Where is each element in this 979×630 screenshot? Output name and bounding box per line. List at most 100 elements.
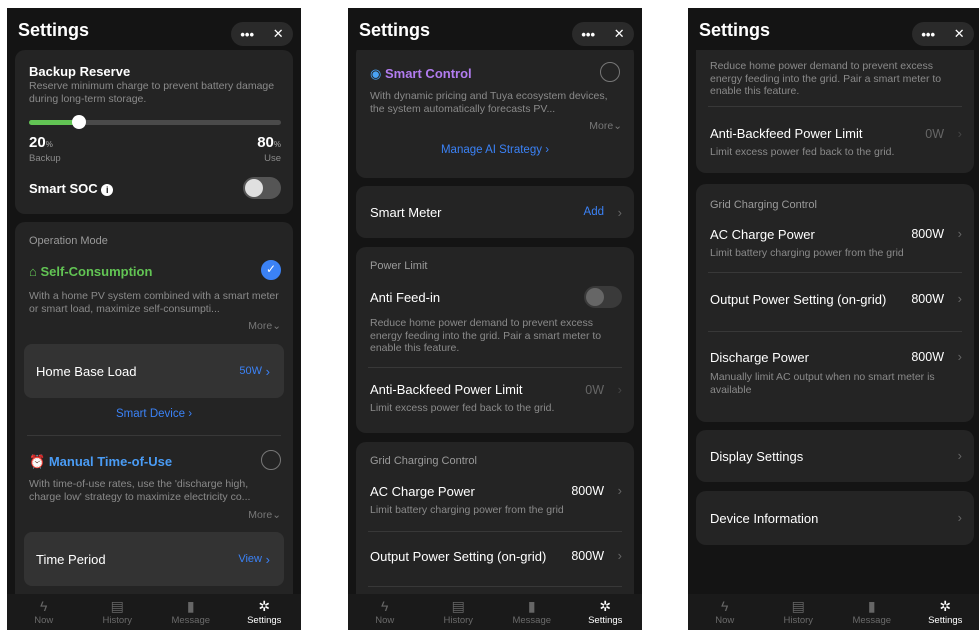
backup-reserve-title: Backup Reserve bbox=[29, 64, 131, 79]
smart-device-link[interactable]: Smart Device › bbox=[15, 408, 293, 420]
nav-label: History bbox=[102, 615, 133, 626]
use-value: 80% bbox=[257, 134, 281, 151]
header-actions: ••• ✕ bbox=[231, 22, 293, 46]
chevron-right-icon: › bbox=[617, 548, 622, 563]
nav-now[interactable]: ϟ Now bbox=[688, 594, 762, 630]
chevron-right-icon: › bbox=[957, 291, 962, 306]
chevron-right-icon: › bbox=[545, 144, 550, 156]
manual-tou-more[interactable]: More⌄ bbox=[248, 509, 281, 521]
page-title: Settings bbox=[18, 20, 90, 40]
header: Settings ••• ✕ bbox=[7, 8, 301, 50]
manage-ai-strategy-link[interactable]: Manage AI Strategy › bbox=[356, 144, 634, 156]
divider bbox=[368, 531, 622, 532]
ac-charge-power-value: 800W bbox=[571, 484, 604, 498]
more-icon[interactable]: ••• bbox=[581, 27, 595, 42]
grid-charging-section: Grid Charging Control bbox=[370, 455, 477, 467]
time-period-row[interactable]: Time Period View › bbox=[24, 532, 284, 586]
more-icon[interactable]: ••• bbox=[921, 27, 935, 42]
grid-charging-section: Grid Charging Control bbox=[710, 199, 817, 211]
output-power-label[interactable]: Output Power Setting (on-grid) bbox=[370, 549, 546, 564]
header-actions: ••• ✕ bbox=[912, 22, 974, 46]
nav-label: Message bbox=[512, 615, 552, 626]
ac-charge-power-label[interactable]: AC Charge Power bbox=[370, 484, 475, 499]
chevron-right-icon: › bbox=[617, 483, 622, 498]
more-icon[interactable]: ••• bbox=[240, 27, 254, 42]
nav-history[interactable]: ▤ History bbox=[81, 594, 155, 630]
nav-label: Message bbox=[852, 615, 892, 626]
nav-message[interactable]: ▮ Message bbox=[154, 594, 228, 630]
nav-label: Settings bbox=[247, 615, 282, 626]
self-consumption-title[interactable]: ⌂ Self-Consumption bbox=[29, 264, 152, 279]
divider bbox=[708, 331, 962, 332]
use-label: Use bbox=[264, 153, 281, 164]
divider bbox=[708, 106, 962, 107]
gear-icon: ✲ bbox=[599, 598, 612, 614]
chevron-right-icon: › bbox=[265, 364, 270, 379]
slider-knob[interactable] bbox=[72, 115, 87, 129]
anti-feed-in-toggle[interactable] bbox=[584, 286, 622, 308]
gear-icon: ✲ bbox=[939, 598, 952, 614]
device-information-row[interactable]: Device Information › bbox=[696, 491, 974, 545]
backup-reserve-card: Backup Reserve Reserve minimum charge to… bbox=[15, 50, 293, 214]
manual-tou-radio[interactable] bbox=[261, 450, 281, 470]
chevron-right-icon: › bbox=[957, 448, 962, 463]
smart-control-radio[interactable] bbox=[600, 62, 620, 82]
chevron-right-icon: › bbox=[957, 226, 962, 241]
info-icon[interactable]: i bbox=[101, 184, 114, 196]
bottom-nav: ϟ Now ▤ History ▮ Message ✲ Settings bbox=[688, 594, 979, 630]
nav-now[interactable]: ϟ Now bbox=[7, 594, 81, 630]
header: Settings ••• ✕ bbox=[688, 8, 979, 50]
display-settings-row[interactable]: Display Settings › bbox=[696, 430, 974, 482]
output-power-label[interactable]: Output Power Setting (on-grid) bbox=[710, 292, 886, 307]
chevron-right-icon: › bbox=[265, 552, 270, 567]
time-period-label: Time Period bbox=[36, 552, 106, 567]
lightning-icon: ϟ bbox=[40, 598, 48, 614]
smart-soc-toggle[interactable] bbox=[243, 177, 281, 199]
ac-charge-power-label[interactable]: AC Charge Power bbox=[710, 227, 815, 242]
nav-label: History bbox=[443, 615, 474, 626]
lightning-icon: ϟ bbox=[381, 598, 389, 614]
anti-backfeed-label[interactable]: Anti-Backfeed Power Limit bbox=[710, 126, 862, 141]
page-title: Settings bbox=[699, 20, 771, 40]
close-icon[interactable]: ✕ bbox=[614, 26, 625, 42]
chevron-right-icon: › bbox=[188, 408, 193, 420]
operation-mode-section: Operation Mode bbox=[29, 235, 108, 247]
header: Settings ••• ✕ bbox=[348, 8, 642, 50]
smart-soc-label: Smart SOC i bbox=[29, 181, 114, 196]
smart-control-title[interactable]: ◉ Smart Control bbox=[370, 66, 472, 82]
chevron-down-icon: ⌄ bbox=[613, 120, 622, 132]
nav-message[interactable]: ▮ Message bbox=[835, 594, 909, 630]
self-consumption-more[interactable]: More⌄ bbox=[248, 320, 281, 332]
smart-meter-add: Add bbox=[583, 206, 604, 218]
power-limit-section: Power Limit bbox=[370, 260, 428, 272]
ac-charge-power-desc: Limit battery charging power from the gr… bbox=[710, 247, 904, 259]
home-base-load-row[interactable]: Home Base Load 50W › bbox=[24, 344, 284, 398]
smart-meter-row[interactable]: Smart Meter Add › bbox=[356, 186, 634, 238]
nav-message[interactable]: ▮ Message bbox=[495, 594, 569, 630]
nav-settings[interactable]: ✲ Settings bbox=[909, 594, 979, 630]
divider bbox=[368, 586, 622, 587]
nav-history[interactable]: ▤ History bbox=[762, 594, 836, 630]
nav-settings[interactable]: ✲ Settings bbox=[569, 594, 643, 630]
self-consumption-radio[interactable]: ✓ bbox=[261, 260, 281, 280]
phone-screen-power: Settings ••• ✕ ◉ Smart Control With dyna… bbox=[348, 8, 642, 630]
backup-label: Backup bbox=[29, 153, 61, 164]
anti-backfeed-label[interactable]: Anti-Backfeed Power Limit bbox=[370, 382, 522, 397]
ac-charge-power-value: 800W bbox=[911, 227, 944, 241]
output-power-value: 800W bbox=[911, 292, 944, 306]
nav-history[interactable]: ▤ History bbox=[422, 594, 496, 630]
discharge-power-label[interactable]: Discharge Power bbox=[710, 350, 809, 365]
nav-now[interactable]: ϟ Now bbox=[348, 594, 422, 630]
grid-charging-card: Grid Charging Control AC Charge Power 80… bbox=[696, 184, 974, 422]
power-limit-card: Reduce home power demand to prevent exce… bbox=[696, 50, 974, 173]
backup-reserve-slider[interactable] bbox=[29, 115, 281, 129]
close-icon[interactable]: ✕ bbox=[954, 26, 965, 42]
close-icon[interactable]: ✕ bbox=[273, 26, 284, 42]
smart-control-more[interactable]: More⌄ bbox=[589, 120, 622, 132]
smart-meter-label: Smart Meter bbox=[370, 205, 442, 220]
smart-control-desc: With dynamic pricing and Tuya ecosystem … bbox=[370, 90, 608, 115]
manual-tou-title[interactable]: ⏰ Manual Time-of-Use bbox=[29, 454, 172, 470]
chevron-right-icon: › bbox=[957, 510, 962, 525]
page-title: Settings bbox=[359, 20, 431, 40]
nav-settings[interactable]: ✲ Settings bbox=[228, 594, 302, 630]
